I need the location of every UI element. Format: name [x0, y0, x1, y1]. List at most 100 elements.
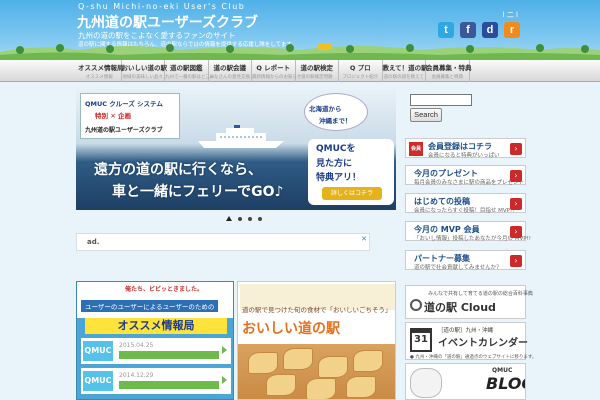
nav-label: 道の駅検定 — [300, 64, 334, 72]
blog-title: BLOG — [486, 374, 525, 393]
ad-label: ad. — [87, 238, 100, 246]
pastry-image — [283, 348, 313, 370]
facebook-icon[interactable]: f — [460, 22, 476, 38]
route-bubble: 北海道から 沖縄まで！ — [304, 93, 368, 131]
member-badge-icon: 会員 — [409, 142, 423, 156]
nav-item-membership[interactable]: 会員募集・特典 会員募集と特典 — [426, 60, 472, 82]
card-subtitle: ユーザーのユーザーによるユーザーのための — [81, 300, 219, 312]
monthly-present-link[interactable]: 今月のプレゼント 毎月会員のみなさまに駅の商品をプレゼント › — [405, 165, 526, 186]
banner-headline-2: 車と一緒にフェリーでGO♪ — [112, 184, 284, 200]
nav-label: 道の駅会議 — [213, 64, 247, 72]
cruise-logo-mid: 特別 ✕ 企画 — [95, 112, 131, 120]
nav-label: 道の駅図鑑 — [170, 64, 203, 72]
cruise-logo-top: QMUC クルーズ システム — [85, 100, 163, 108]
qmuc-thumbnail: QMUC — [83, 371, 113, 391]
pastry-image — [248, 352, 278, 374]
nav-sub: 道の駅の謎を教えて — [383, 75, 424, 80]
card-header-strip: 俺たち、ビビッときました。 ユーザーのユーザーによるユーザーのための — [77, 282, 233, 318]
calendar-subtitle: ［道の駅］九州・沖縄 — [438, 328, 494, 334]
post-date: 2015.04.25 — [119, 342, 154, 349]
nav-sub: 道の駅検定問題 — [301, 75, 333, 80]
cloud-subtitle: みんなで共有して育てる道の駅の総合百科事典 — [428, 291, 533, 297]
delicious-station-card[interactable]: 道の駅で見つけた旬の食材で「おいしいごちそう」 おいしい道の駅 — [237, 281, 396, 400]
slide-dot[interactable] — [238, 216, 242, 221]
pastry-image — [353, 350, 383, 372]
banner-headline-1: 遠方の道の駅に行くなら、 — [94, 162, 262, 178]
sidebar-link-sub: 会員になると特典がいっぱい — [428, 153, 500, 159]
mascot-image — [410, 368, 442, 398]
sidebar-link-sub: 道の駅で社会貢献してみませんか？ — [414, 265, 502, 271]
card-title: おいしい道の駅 — [242, 321, 340, 337]
nav-item-recommended[interactable]: オススメ情報局 オススメ情報 — [78, 60, 124, 82]
delicious-icon[interactable]: d — [482, 22, 498, 38]
qmuc-offer-box: QMUCを 見た方に 特典アリ！ 詳しくはコチラ — [308, 139, 394, 205]
slide-dot[interactable] — [258, 216, 262, 221]
nav-label: Q プロ — [349, 64, 371, 72]
nav-item-meeting[interactable]: 道の駅会議 みなさんの意見交換 — [209, 60, 252, 82]
nav-label: オススメ情報局 — [78, 64, 124, 72]
qmuc-blog-banner[interactable]: QMUC BLOG — [405, 363, 526, 400]
ad-slot[interactable]: ad. ✕ — [76, 233, 370, 251]
twitter-icon[interactable]: t — [438, 22, 454, 38]
first-post-link[interactable]: はじめての投稿 会員になったらすぐ投稿！目指せ MVP!! › — [405, 193, 526, 214]
event-calendar-banner[interactable]: 31 ［道の駅］九州・沖縄 イベントカレンダー ● 九州・沖縄の「道の駅」通過点… — [405, 322, 536, 360]
nav-item-exam[interactable]: 道の駅検定 道の駅検定問題 — [296, 60, 339, 82]
pastry-image — [346, 376, 376, 398]
nav-item-project[interactable]: Q プロ プロジェクト紹介 — [339, 60, 383, 82]
nav-item-encyclopedia[interactable]: 道の駅図鑑 九州で一番の駅はどこに — [165, 60, 215, 82]
search-input[interactable] — [410, 94, 472, 106]
chevron-right-icon: › — [510, 143, 522, 155]
nav-label: おいしい道の駅 — [121, 64, 168, 72]
pastry-image — [318, 356, 348, 378]
cloud-title: 道の駅 Cloud — [424, 301, 496, 314]
list-item[interactable]: QMUC 2015.04.25 — [81, 338, 231, 364]
blog-brand: QMUC — [492, 367, 513, 374]
nav-sub: みなさんの意見交換 — [209, 75, 251, 80]
search-button[interactable]: Search — [410, 108, 442, 122]
member-registration-link[interactable]: 会員 会員登録はコチラ 会員になると特典がいっぱい › — [405, 138, 526, 159]
header-links[interactable]: l 二 l — [503, 10, 518, 20]
ferry-campaign-banner[interactable]: QMUC クルーズ システム 特別 ✕ 企画 九州道の駅ユーザーズクラブ 北海道… — [76, 89, 396, 210]
social-links: t f d r — [438, 22, 520, 38]
rss-icon[interactable]: r — [504, 22, 520, 38]
arrow-right-icon — [222, 376, 227, 384]
hills-illustration — [0, 44, 600, 60]
arrow-right-icon — [222, 346, 227, 354]
chevron-right-icon: › — [510, 255, 522, 267]
nav-label: Q レポート — [256, 64, 291, 72]
cloud-icon — [410, 299, 422, 311]
card-subtitle: 道の駅で見つけた旬の食材で「おいしいごちそう」 — [242, 306, 392, 314]
mvp-member-link[interactable]: 今月の MVP 会員 「おいし情報」投稿したあなたが今月の MVP!! › — [405, 221, 531, 242]
food-photo — [238, 344, 395, 399]
recommended-info-card[interactable]: 俺たち、ビビッときました。 ユーザーのユーザーによるユーザーのための オススメ情… — [76, 281, 234, 400]
nav-item-delicious[interactable]: おいしい道の駅 地域の美味しい品々 — [121, 60, 168, 82]
slide-current-indicator[interactable] — [226, 216, 232, 221]
michinoeki-cloud-banner[interactable]: みんなで共有して育てる道の駅の総合百科事典 道の駅 Cloud — [405, 285, 533, 319]
post-date: 2014.12.29 — [119, 372, 154, 379]
calendar-title: イベントカレンダー — [438, 338, 528, 349]
nav-item-faq[interactable]: 教えて！道の駅 道の駅の謎を教えて — [383, 60, 428, 82]
chevron-right-icon: › — [510, 226, 522, 238]
ad-close-icon[interactable]: ✕ — [361, 235, 367, 243]
ferry-illustration — [198, 125, 284, 148]
chevron-right-icon: › — [510, 198, 522, 210]
calendar-icon: 31 — [410, 328, 432, 352]
sidebar-link-sub: 毎月会員のみなさまに駅の商品をプレゼント — [414, 180, 525, 186]
chevron-right-icon: › — [510, 170, 522, 182]
list-item[interactable]: QMUC 2014.12.29 — [81, 368, 231, 394]
calendar-description: ● 九州・沖縄の「道の駅」通過点のウェブサイトに移ります。 — [410, 355, 537, 360]
details-button[interactable]: 詳しくはコチラ — [322, 187, 382, 200]
nav-sub: 地域の美味しい品々 — [122, 75, 164, 80]
sidebar-link-sub: 会員になったらすぐ投稿！目指せ MVP!! — [414, 208, 515, 214]
post-title-bar — [119, 351, 219, 359]
nav-sub: 九州で一番の駅はどこに — [165, 75, 215, 80]
partner-recruitment-link[interactable]: パートナー募集 道の駅で社会貢献してみませんか？ › — [405, 250, 526, 271]
cruise-logo-bottom: 九州道の駅ユーザーズクラブ — [85, 127, 163, 134]
nav-item-report[interactable]: Q レポート 最新情報からのお知らせ — [252, 60, 301, 82]
slide-dot[interactable] — [248, 216, 252, 221]
qmuc-thumbnail: QMUC — [83, 341, 113, 361]
nav-sub: プロジェクト紹介 — [342, 75, 379, 80]
site-title[interactable]: 九州道の駅ユーザーズクラブ — [77, 12, 258, 32]
nav-label: 会員募集・特典 — [426, 64, 472, 72]
pastry-image — [266, 374, 296, 396]
